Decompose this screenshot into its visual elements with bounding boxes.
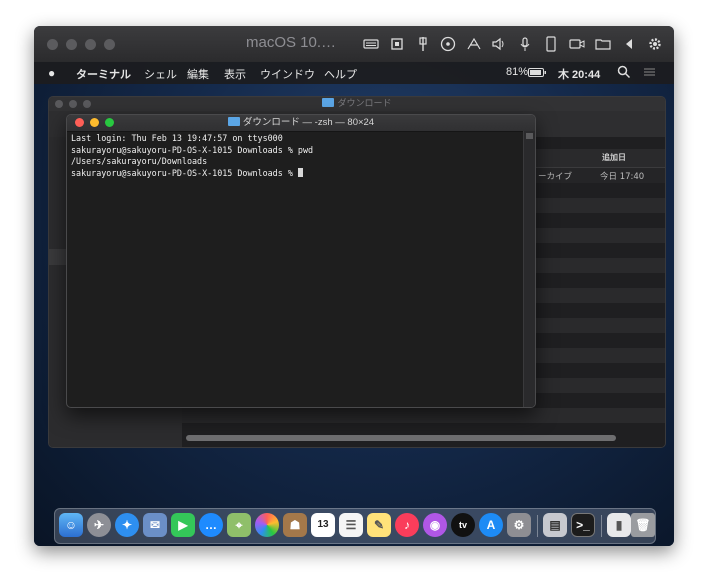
terminal-titlebar: ダウンロード — -zsh — 80×24 xyxy=(67,115,535,132)
disc-icon[interactable] xyxy=(439,35,457,53)
safari-dock-icon[interactable]: ✦ xyxy=(115,513,139,537)
notes-dock-icon[interactable]: ✎ xyxy=(367,513,391,537)
facetime-dock-icon[interactable]: ▶ xyxy=(171,513,195,537)
network-icon[interactable] xyxy=(465,35,483,53)
mail-dock-icon[interactable]: ✉ xyxy=(143,513,167,537)
macos-desktop: ● ターミナル シェル 編集 表示 ウインドウ ヘルプ 81% 木 20:44 xyxy=(34,62,674,546)
finder-minimize-button[interactable] xyxy=(69,100,77,108)
terminal-scrollbar[interactable] xyxy=(523,131,535,407)
microphone-icon[interactable] xyxy=(516,35,534,53)
system-preferences-dock-icon[interactable]: ⚙ xyxy=(507,513,531,537)
launchpad-dock-icon[interactable]: ✈ xyxy=(87,513,111,537)
menu-view[interactable]: 表示 xyxy=(224,66,246,82)
notification-center-icon[interactable] xyxy=(642,66,656,81)
usb-icon[interactable] xyxy=(414,35,432,53)
trash-dock-icon[interactable]: 🗑 xyxy=(631,513,655,537)
folder-icon xyxy=(227,117,240,126)
calendar-day: 13 xyxy=(317,519,329,530)
column-date-added[interactable]: 追加日 xyxy=(602,152,626,163)
vm-minimize-button[interactable] xyxy=(66,39,77,50)
terminal-dock-icon[interactable]: >_ xyxy=(571,513,595,537)
text-cursor xyxy=(297,167,303,177)
terminal-line: /Users/sakurayoru/Downloads xyxy=(71,156,208,166)
back-arrow-icon[interactable] xyxy=(620,35,638,53)
terminal-window: ダウンロード — -zsh — 80×24 Last login: Thu Fe… xyxy=(66,114,536,408)
finder-title: ダウンロード xyxy=(337,99,392,109)
app-store-dock-icon[interactable]: A xyxy=(479,513,503,537)
menu-edit[interactable]: 編集 xyxy=(187,66,209,82)
cpu-icon[interactable] xyxy=(388,35,406,53)
vm-fullscreen-button[interactable] xyxy=(104,39,115,50)
device-icon[interactable] xyxy=(542,35,560,53)
file-date: 今日 17:40 xyxy=(600,172,645,182)
photos-dock-icon[interactable] xyxy=(255,513,279,537)
shared-folder-icon[interactable] xyxy=(594,35,612,53)
dock: ☺ ✈ ✦ ✉ ▶ … ⌖ ☗ 13 ☰ ✎ ♪ ◉ tv A ⚙ ▤ >_ ▮… xyxy=(54,508,656,544)
messages-dock-icon[interactable]: … xyxy=(199,513,223,537)
maps-dock-icon[interactable]: ⌖ xyxy=(227,513,251,537)
finder-dock-icon[interactable]: ☺ xyxy=(59,513,83,537)
terminal-line: Last login: Thu Feb 13 19:47:57 on ttys0… xyxy=(71,133,283,143)
apple-menu-icon[interactable]: ● xyxy=(48,66,55,80)
camera-icon[interactable] xyxy=(568,35,586,53)
finder-titlebar: ダウンロード xyxy=(49,97,665,111)
finder-zoom-button[interactable] xyxy=(83,100,91,108)
vm-window: macOS 10.… ● ターミナル シェル 編集 表示 ウインドウ ヘルプ 8… xyxy=(34,26,674,546)
contacts-dock-icon[interactable]: ☗ xyxy=(283,513,307,537)
spotlight-search-icon[interactable] xyxy=(617,65,631,82)
terminal-title: ダウンロード — -zsh — 80×24 xyxy=(67,115,535,131)
terminal-prompt-line: sakurayoru@sakuyoru-PD-OS-X-1015 Downloa… xyxy=(71,167,521,180)
reminders-dock-icon[interactable]: ☰ xyxy=(339,513,363,537)
empty-row xyxy=(182,408,665,423)
menu-bar: ● ターミナル シェル 編集 表示 ウインドウ ヘルプ 81% 木 20:44 xyxy=(34,62,674,84)
podcasts-dock-icon[interactable]: ◉ xyxy=(423,513,447,537)
tv-dock-icon[interactable]: tv xyxy=(451,513,475,537)
calendar-dock-icon[interactable]: 13 xyxy=(311,513,335,537)
terminal-line: sakurayoru@sakuyoru-PD-OS-X-1015 Downloa… xyxy=(71,144,314,155)
menu-clock[interactable]: 木 20:44 xyxy=(558,66,600,82)
vm-toolbar: macOS 10.… xyxy=(34,26,674,63)
folder-icon xyxy=(322,98,335,107)
document-dock-icon[interactable]: ▮ xyxy=(607,513,631,537)
vm-zoom-button[interactable] xyxy=(85,39,96,50)
menu-window[interactable]: ウインドウ xyxy=(260,66,315,82)
scroll-thumb[interactable] xyxy=(526,133,533,139)
terminal-output[interactable]: Last login: Thu Feb 13 19:47:57 on ttys0… xyxy=(71,133,521,403)
preview-dock-icon[interactable]: ▤ xyxy=(543,513,567,537)
dock-divider xyxy=(601,515,602,537)
battery-percent[interactable]: 81% xyxy=(506,66,528,78)
menu-help[interactable]: ヘルプ xyxy=(324,66,357,82)
battery-icon[interactable] xyxy=(528,68,548,81)
menu-app-terminal[interactable]: ターミナル xyxy=(76,66,131,82)
tv-label: tv xyxy=(458,520,467,530)
speaker-icon[interactable] xyxy=(490,35,508,53)
horizontal-scrollbar[interactable] xyxy=(186,435,616,441)
dock-divider xyxy=(537,515,538,537)
finder-close-button[interactable] xyxy=(55,100,63,108)
vm-close-button[interactable] xyxy=(47,39,58,50)
keyboard-icon[interactable] xyxy=(362,35,380,53)
music-dock-icon[interactable]: ♪ xyxy=(395,513,419,537)
vm-title: macOS 10.… xyxy=(246,34,337,51)
gear-icon[interactable] xyxy=(646,35,664,53)
menu-shell[interactable]: シェル xyxy=(144,66,177,82)
file-kind: ーカイブ xyxy=(538,172,573,182)
